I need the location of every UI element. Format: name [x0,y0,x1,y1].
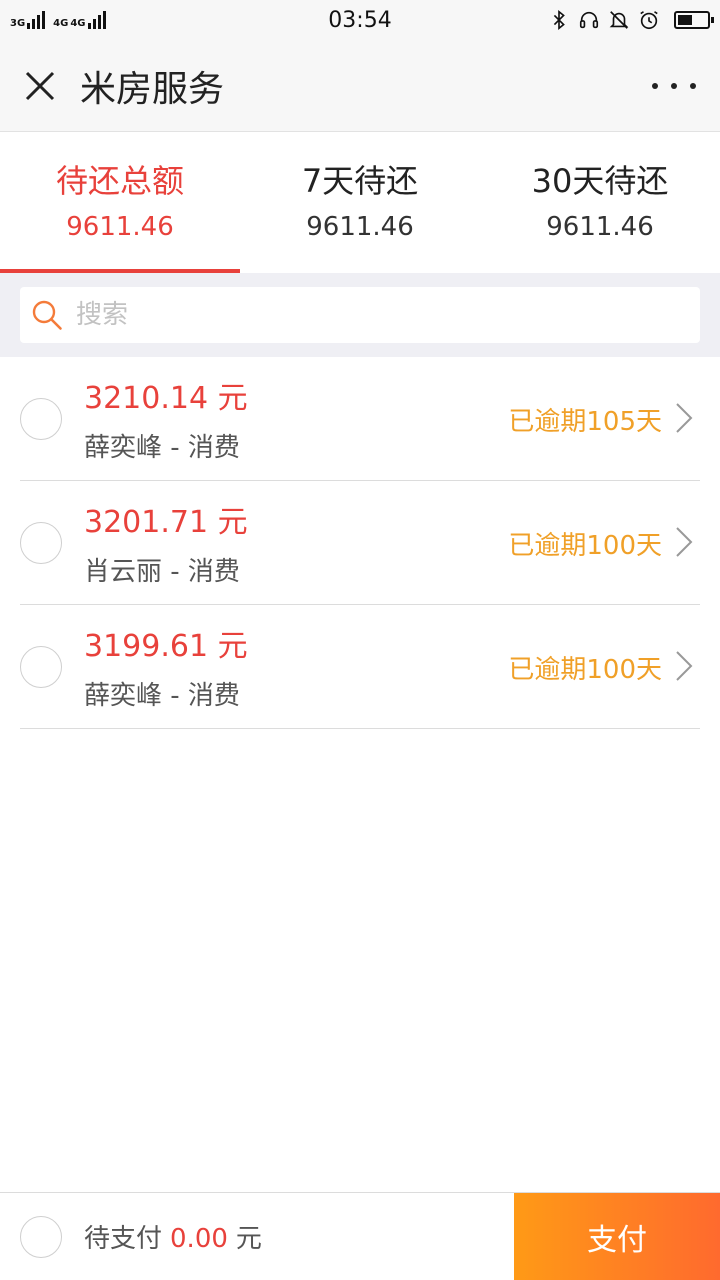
headset-icon [579,11,599,29]
item-amount: 3210.14 元 [84,381,248,416]
network-3g: 3G [10,11,46,29]
pending-label: 待支付 [84,1224,163,1254]
item-description: 薛奕峰 - 消费 [84,433,240,463]
search-area [0,273,720,357]
status-icons [548,9,714,31]
item-description: 肖云丽 - 消费 [84,557,240,587]
alarm-icon [640,11,658,30]
status-bar: 3G 4G 4G 03:54 [0,0,720,40]
list-item[interactable]: 3201.71 元 肖云丽 - 消费 已逾期100天 [20,481,700,605]
tab-value: 9611.46 [546,212,654,242]
tab-label: 待还总额 [55,162,184,200]
bill-list: 3210.14 元 薛奕峰 - 消费 已逾期105天 3201.71 元 肖云丽… [20,357,700,729]
pay-button[interactable]: 支付 [514,1193,720,1280]
list-item[interactable]: 3199.61 元 薛奕峰 - 消费 已逾期100天 [20,605,700,729]
mute-bell-icon [609,11,629,29]
close-icon [25,71,55,100]
battery-icon [674,11,714,29]
tab-30-days-due[interactable]: 30天待还 9611.46 [480,133,720,273]
item-text: 3201.71 元 肖云丽 - 消费 [84,497,248,588]
network-4g: 4G 4G [53,11,106,29]
pending-unit: 元 [235,1224,262,1254]
more-options-button[interactable] [652,70,696,102]
pending-amount: 0.00 [170,1224,228,1254]
item-text: 3210.14 元 薛奕峰 - 消费 [84,373,248,464]
summary-tabs: 待还总额 9611.46 7天待还 9611.46 30天待还 9611.46 [0,133,720,273]
close-button[interactable] [0,40,80,132]
overdue-status: 已逾期100天 [508,655,662,685]
signal-bars-icon [87,11,106,29]
chevron-right-icon [676,403,693,433]
select-radio[interactable] [20,397,62,440]
overdue-status: 已逾期100天 [508,531,662,561]
tab-value: 9611.46 [306,212,414,242]
chevron-right-icon [676,651,693,681]
search-icon [32,300,62,330]
pending-payment: 待支付 0.00 元 [84,1218,262,1255]
page-title: 米房服务 [80,68,225,110]
item-text: 3199.61 元 薛奕峰 - 消费 [84,621,248,712]
select-radio[interactable] [20,645,62,688]
search-box[interactable] [20,287,700,343]
tab-7-days-due[interactable]: 7天待还 9611.46 [240,133,480,273]
network-4g-label: 4G [53,18,69,29]
select-radio[interactable] [20,521,62,564]
network-4g-label-2: 4G [70,18,86,29]
select-all-radio[interactable] [20,1215,62,1258]
more-dot-icon [671,83,677,89]
list-item[interactable]: 3210.14 元 薛奕峰 - 消费 已逾期105天 [20,357,700,481]
app-header: 米房服务 [0,40,720,132]
clock: 03:54 [328,7,392,33]
network-indicators: 3G 4G 4G [10,11,106,29]
search-input[interactable] [76,300,676,330]
tab-label: 30天待还 [531,162,669,200]
tab-label: 7天待还 [301,162,419,200]
item-amount: 3201.71 元 [84,505,248,540]
chevron-right-icon [676,527,693,557]
network-3g-label: 3G [10,18,26,29]
bottom-pay-bar: 待支付 0.00 元 支付 [0,1192,720,1280]
tab-total-due[interactable]: 待还总额 9611.46 [0,133,240,273]
bluetooth-icon [553,10,565,30]
item-description: 薛奕峰 - 消费 [84,681,240,711]
overdue-status: 已逾期105天 [508,407,662,437]
more-dot-icon [652,83,658,89]
item-amount: 3199.61 元 [84,629,248,664]
signal-bars-icon [27,11,46,29]
more-dot-icon [690,83,696,89]
tab-value: 9611.46 [66,212,174,242]
battery-level [678,15,692,25]
